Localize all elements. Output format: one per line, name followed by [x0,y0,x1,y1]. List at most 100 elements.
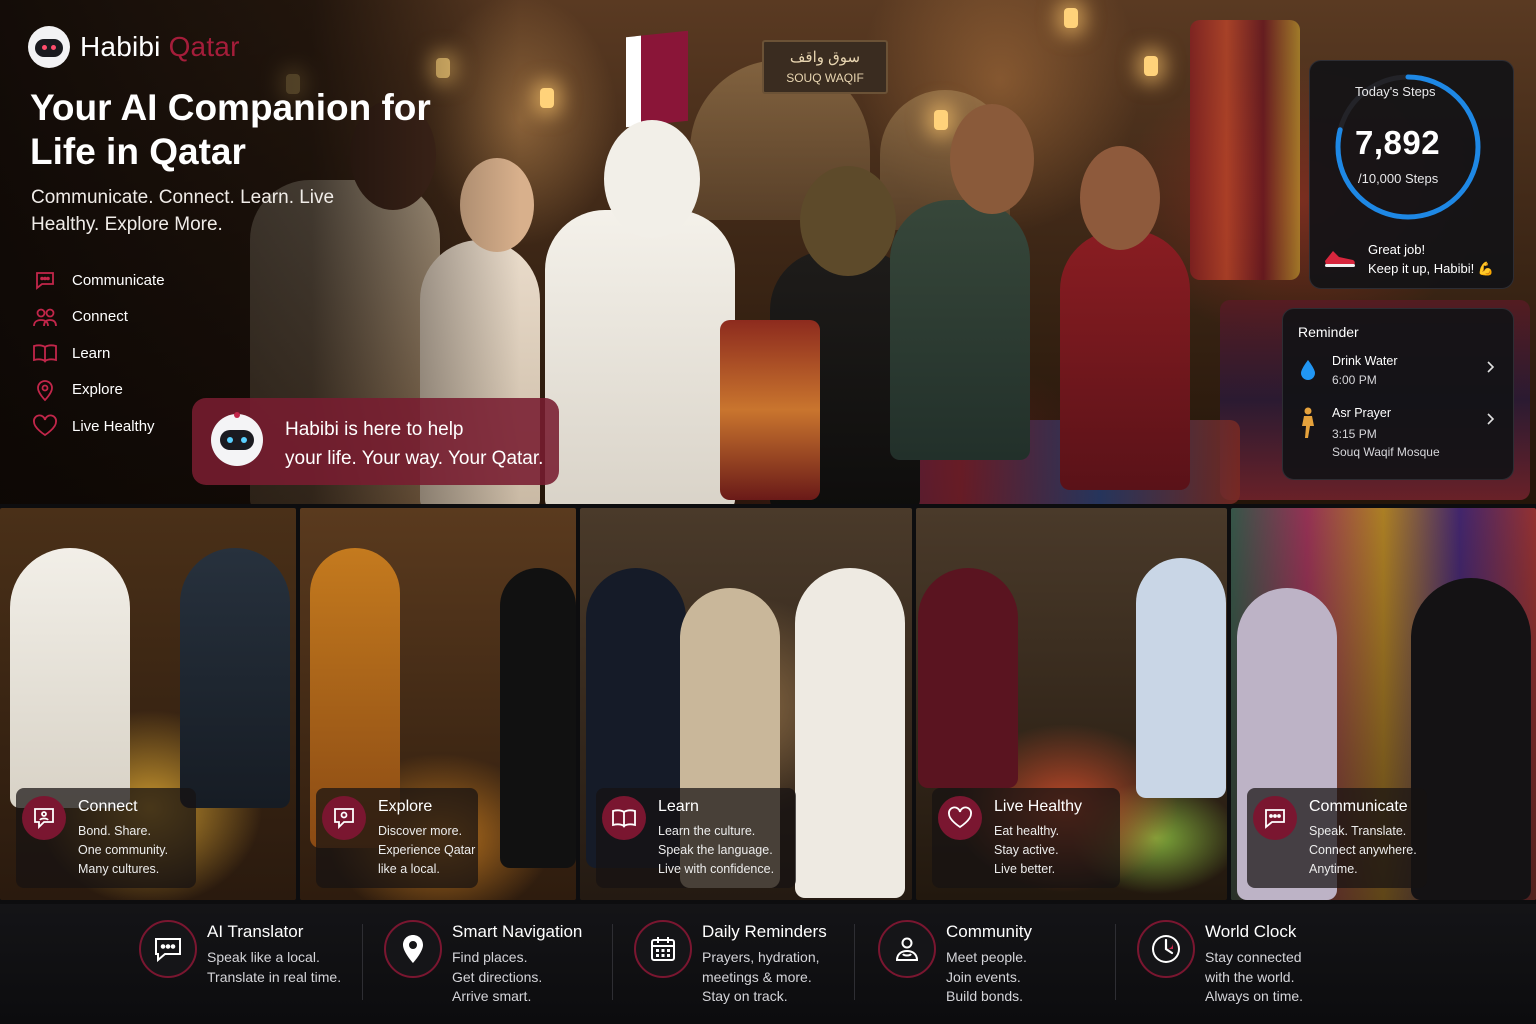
hanging-textiles [1190,20,1300,280]
woman-abaya [1411,578,1531,900]
tile-explore[interactable]: Explore Discover more. Experience Qatar … [300,508,576,900]
tile-title: Communicate [1309,798,1408,815]
menu-label: Communicate [72,271,165,289]
divider [1115,924,1116,1000]
tile-live-healthy[interactable]: Live Healthy Eat healthy. Stay active. L… [916,508,1227,900]
book-icon [602,796,646,840]
tile-description: Eat healthy. Stay active. Live better. [994,824,1060,876]
menu-label: Learn [72,344,111,362]
man-dark-shirt [180,548,290,808]
heart-icon [938,796,982,840]
menu-label: Connect [72,308,128,326]
tile-communicate[interactable]: Communicate Speak. Translate. Connect an… [1231,508,1536,900]
map-pin-icon [32,377,58,403]
tile-info-card: Live Healthy Eat healthy. Stay active. L… [932,788,1120,888]
calendar-icon [634,920,692,978]
steps-goal: /10,000 Steps [1358,171,1439,186]
tile-info-card: Connect Bond. Share. One community. Many… [16,788,196,888]
feature-menu: Communicate Connect Learn Explore Live H… [32,262,165,445]
steps-label: Today's Steps [1355,84,1436,99]
reminder-item-title: Drink Water [1332,354,1398,368]
prayer-icon [1302,407,1314,438]
tile-title: Connect [78,798,138,815]
brand-logo[interactable]: Habibi Qatar [28,26,240,68]
chevron-right-icon [1487,361,1495,373]
divider [362,924,363,1000]
help-message: Habibi is here to help your life. Your w… [285,415,543,473]
tile-connect[interactable]: Connect Bond. Share. One community. Many… [0,508,296,900]
feature-title: AI Translator [207,922,304,941]
tile-learn[interactable]: Learn Learn the culture. Speak the langu… [580,508,912,900]
tile-title: Live Healthy [994,798,1083,815]
tile-info-card: Explore Discover more. Experience Qatar … [316,788,478,888]
carpet-held [720,320,820,500]
reminder-item-time: 6:00 PM [1332,373,1377,387]
headwrap [800,166,896,276]
robot-logo-icon [28,26,70,68]
tile-info-card: Learn Learn the culture. Speak the langu… [596,788,796,888]
qatar-flag [626,30,688,128]
menu-item-connect[interactable]: Connect [32,299,165,336]
brand-name: Habibi Qatar [80,31,240,63]
falconer-thobe [795,568,905,898]
person-head [950,104,1034,214]
feature-description: Find places. Get directions. Arrive smar… [452,949,543,1004]
chat-bubble-icon [1253,796,1297,840]
shopper-man-green-polo [890,200,1030,460]
woman-abaya [500,568,576,868]
chevron-right-icon [1487,413,1495,425]
brand-name-part1: Habibi [80,31,161,62]
merchant-thobe [545,210,735,504]
man-in-thobe [10,548,130,808]
tile-title: Learn [658,798,699,815]
community-icon [878,920,936,978]
feature-description: Prayers, hydration, meetings & more. Sta… [702,949,820,1004]
feature-community[interactable]: Community Meet people. Join events. Buil… [878,918,1098,1014]
feature-description: Stay connected with the world. Always on… [1205,949,1304,1004]
sign-arabic-text: سوق واقف [789,49,861,66]
water-drop-icon [1301,360,1315,380]
ghutra-head [604,120,700,238]
lantern [1064,8,1078,28]
reminder-item-title: Asr Prayer [1332,406,1392,420]
souq-sign: سوق واقف SOUQ WAQIF [762,40,888,94]
shopper-woman-red-dress [1060,230,1190,490]
steps-message: Great job! Keep it up, Habibi! 💪 [1368,240,1494,278]
running-shoe-icon [1325,251,1355,267]
feature-ai-translator[interactable]: AI Translator Speak like a local. Transl… [139,918,369,1014]
feature-title: Smart Navigation [452,922,583,941]
explore-icon [322,796,366,840]
steps-message-line-2: Keep it up, Habibi! 💪 [1368,261,1495,276]
tile-info-card: Communicate Speak. Translate. Connect an… [1247,788,1427,888]
feature-world-clock[interactable]: World Clock Stay connected with the worl… [1137,918,1357,1014]
person-head [1080,146,1160,250]
tile-title: Explore [378,798,433,815]
chat-people-icon [22,796,66,840]
sign-latin-text: SOUQ WAQIF [786,71,864,85]
feature-title: Daily Reminders [702,922,827,941]
feature-description: Meet people. Join events. Build bonds. [946,949,1027,1004]
hero-headline: Your AI Companion for Life in Qatar [30,87,431,172]
reminder-item-drink-water[interactable]: Drink Water 6:00 PM [1294,352,1504,392]
menu-item-live-healthy[interactable]: Live Healthy [32,408,165,445]
menu-item-communicate[interactable]: Communicate [32,262,165,299]
reminder-title: Reminder [1298,324,1359,340]
steps-message-line-1: Great job! [1368,242,1426,257]
menu-label: Live Healthy [72,417,155,435]
feature-daily-reminders[interactable]: Daily Reminders Prayers, hydration, meet… [634,918,854,1014]
menu-item-learn[interactable]: Learn [32,335,165,372]
feature-smart-navigation[interactable]: Smart Navigation Find places. Get direct… [384,918,614,1014]
reminder-item-asr-prayer[interactable]: Asr Prayer 3:15 PM Souq Waqif Mosque [1294,404,1504,464]
feature-description: Speak like a local. Translate in real ti… [207,949,342,985]
feature-title: World Clock [1205,922,1297,941]
heart-icon [32,413,58,439]
help-line-2: your life. Your way. Your Qatar. [285,448,544,469]
menu-label: Explore [72,381,123,399]
location-pin-icon [384,920,442,978]
help-line-1: Habibi is here to help [285,419,464,440]
tile-description: Bond. Share. One community. Many culture… [78,824,169,876]
tile-description: Speak. Translate. Connect anywhere. Anyt… [1309,824,1417,876]
brand-name-part2: Qatar [168,31,240,62]
lantern [934,110,948,130]
menu-item-explore[interactable]: Explore [32,372,165,409]
